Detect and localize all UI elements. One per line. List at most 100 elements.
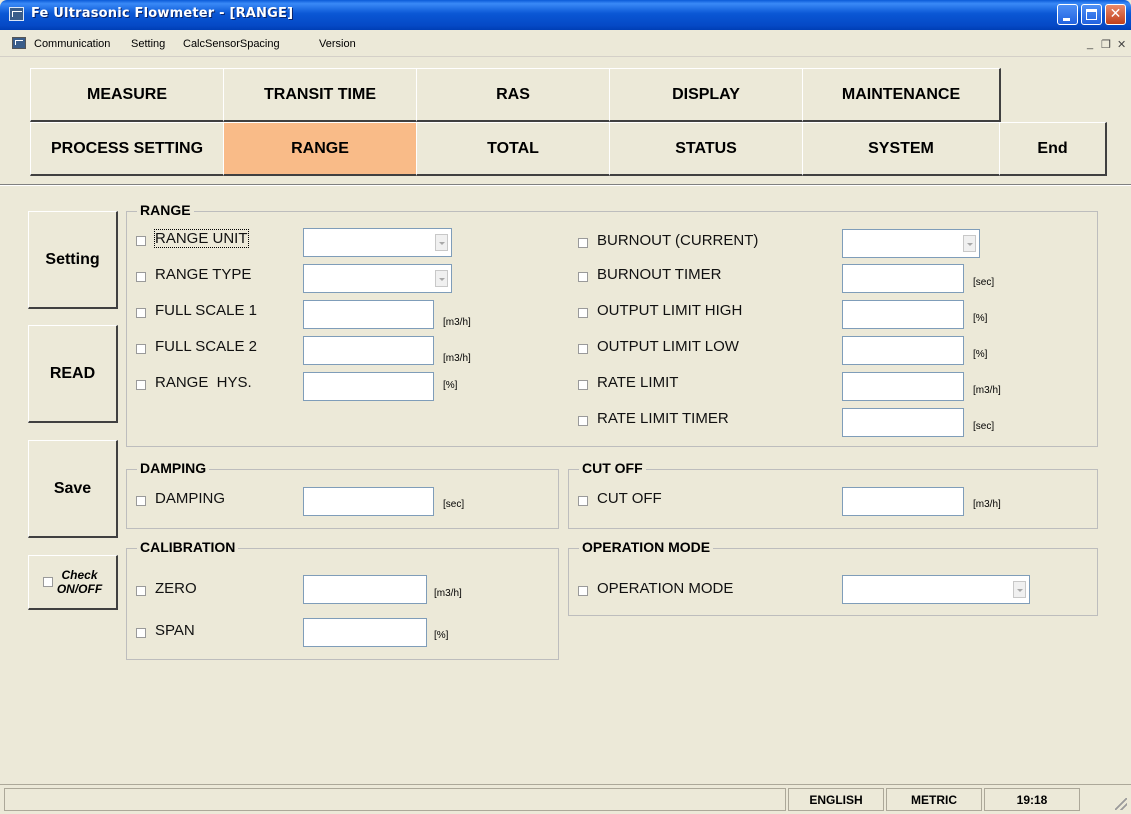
full-scale-1-unit: [m3/h]: [443, 317, 471, 328]
chevron-down-icon[interactable]: [435, 234, 448, 251]
minimize-icon: [1063, 18, 1070, 21]
cutoff-group-title: CUT OFF: [579, 460, 646, 476]
burnout-timer-label: BURNOUT TIMER: [597, 266, 722, 283]
setting-button[interactable]: Setting: [28, 211, 118, 309]
rate-limit-timer-input[interactable]: [842, 408, 964, 437]
burnout-timer-input[interactable]: [842, 264, 964, 293]
full-scale-2-input[interactable]: [303, 336, 434, 365]
zero-unit: [m3/h]: [434, 588, 462, 599]
burnout-current-checkbox[interactable]: [578, 238, 588, 248]
chevron-down-icon[interactable]: [435, 270, 448, 287]
damping-input[interactable]: [303, 487, 434, 516]
burnout-timer-unit: [sec]: [973, 277, 995, 288]
range-unit-label: RANGE UNIT: [154, 229, 249, 248]
rate-limit-label: RATE LIMIT: [597, 374, 679, 391]
cutoff-checkbox[interactable]: [578, 496, 588, 506]
tab-maintenance[interactable]: MAINTENANCE: [802, 68, 1001, 122]
menu-calcsensorspacing[interactable]: CalcSensorSpacing: [183, 38, 280, 50]
menu-bar: Communication Setting CalcSensorSpacing …: [0, 30, 1131, 57]
check-onoff-button[interactable]: Check ON/OFF: [28, 555, 118, 610]
range-type-label: RANGE TYPE: [155, 266, 252, 283]
cutoff-input[interactable]: [842, 487, 964, 516]
menu-communication[interactable]: Communication: [34, 38, 110, 50]
damping-unit: [sec]: [443, 499, 465, 510]
full-scale-1-input[interactable]: [303, 300, 434, 329]
zero-label: ZERO: [155, 580, 197, 597]
rate-limit-unit: [m3/h]: [973, 385, 1001, 396]
maximize-button[interactable]: [1081, 4, 1102, 25]
cutoff-label: CUT OFF: [597, 490, 662, 507]
close-button[interactable]: ✕: [1105, 4, 1126, 25]
burnout-current-label: BURNOUT (CURRENT): [597, 232, 759, 249]
menu-setting[interactable]: Setting: [131, 38, 165, 50]
full-scale-2-checkbox[interactable]: [136, 344, 146, 354]
tab-display[interactable]: DISPLAY: [609, 68, 804, 122]
separator: [0, 184, 1131, 186]
operation-mode-dropdown[interactable]: [842, 575, 1030, 604]
range-hys-checkbox[interactable]: [136, 380, 146, 390]
operation-mode-group-title: OPERATION MODE: [579, 539, 714, 555]
cutoff-unit: [m3/h]: [973, 499, 1001, 510]
tab-status[interactable]: STATUS: [609, 122, 804, 176]
range-hys-label: RANGE HYS.: [155, 374, 252, 391]
read-button[interactable]: READ: [28, 325, 118, 423]
span-input[interactable]: [303, 618, 427, 647]
damping-checkbox[interactable]: [136, 496, 146, 506]
range-unit-checkbox[interactable]: [136, 236, 146, 246]
maximize-icon: [1086, 9, 1097, 20]
status-language: ENGLISH: [788, 788, 884, 811]
operation-mode-checkbox[interactable]: [578, 586, 588, 596]
output-limit-high-checkbox[interactable]: [578, 308, 588, 318]
mdi-restore-icon[interactable]: ❐: [1101, 38, 1111, 51]
save-button[interactable]: Save: [28, 440, 118, 538]
chevron-down-icon[interactable]: [963, 235, 976, 252]
end-button[interactable]: End: [999, 122, 1107, 176]
full-scale-1-label: FULL SCALE 1: [155, 302, 257, 319]
window-title: Fe Ultrasonic Flowmeter - [RANGE]: [31, 6, 294, 21]
rate-limit-input[interactable]: [842, 372, 964, 401]
tab-measure[interactable]: MEASURE: [30, 68, 225, 122]
span-checkbox[interactable]: [136, 628, 146, 638]
tab-process-setting[interactable]: PROCESS SETTING: [30, 122, 225, 176]
resize-grip-icon[interactable]: [1115, 798, 1127, 810]
tab-system[interactable]: SYSTEM: [802, 122, 1001, 176]
zero-checkbox[interactable]: [136, 586, 146, 596]
close-icon: ✕: [1109, 6, 1122, 22]
damping-label: DAMPING: [155, 490, 226, 507]
tab-total[interactable]: TOTAL: [416, 122, 611, 176]
full-scale-1-checkbox[interactable]: [136, 308, 146, 318]
zero-input[interactable]: [303, 575, 427, 604]
mdi-close-icon[interactable]: ✕: [1117, 38, 1126, 51]
app-icon[interactable]: [9, 7, 24, 21]
minimize-button[interactable]: [1057, 4, 1078, 25]
status-bar: ENGLISH METRIC 19:18: [0, 784, 1131, 814]
range-hys-input[interactable]: [303, 372, 434, 401]
output-limit-low-checkbox[interactable]: [578, 344, 588, 354]
operation-mode-label: OPERATION MODE: [597, 580, 734, 597]
title-bar: Fe Ultrasonic Flowmeter - [RANGE] ✕: [0, 0, 1131, 30]
output-limit-low-input[interactable]: [842, 336, 964, 365]
output-limit-high-input[interactable]: [842, 300, 964, 329]
range-type-dropdown[interactable]: [303, 264, 452, 293]
range-type-checkbox[interactable]: [136, 272, 146, 282]
mdi-minimize-icon[interactable]: _: [1087, 38, 1093, 50]
range-hys-unit: [%]: [443, 380, 458, 391]
tab-range[interactable]: RANGE: [223, 122, 418, 176]
chevron-down-icon[interactable]: [1013, 581, 1026, 598]
output-limit-high-label: OUTPUT LIMIT HIGH: [597, 302, 743, 319]
status-bar-main: [4, 788, 786, 811]
rate-limit-checkbox[interactable]: [578, 380, 588, 390]
document-icon[interactable]: [12, 37, 26, 49]
rate-limit-timer-checkbox[interactable]: [578, 416, 588, 426]
span-unit: [%]: [434, 630, 449, 641]
output-limit-low-unit: [%]: [973, 349, 988, 360]
burnout-timer-checkbox[interactable]: [578, 272, 588, 282]
tab-transit-time[interactable]: TRANSIT TIME: [223, 68, 418, 122]
range-unit-dropdown[interactable]: [303, 228, 452, 257]
burnout-current-dropdown[interactable]: [842, 229, 980, 258]
span-label: SPAN: [155, 622, 195, 639]
menu-version[interactable]: Version: [319, 38, 356, 50]
full-scale-2-unit: [m3/h]: [443, 353, 471, 364]
tab-ras[interactable]: RAS: [416, 68, 611, 122]
check-onoff-checkbox[interactable]: [42, 577, 53, 587]
